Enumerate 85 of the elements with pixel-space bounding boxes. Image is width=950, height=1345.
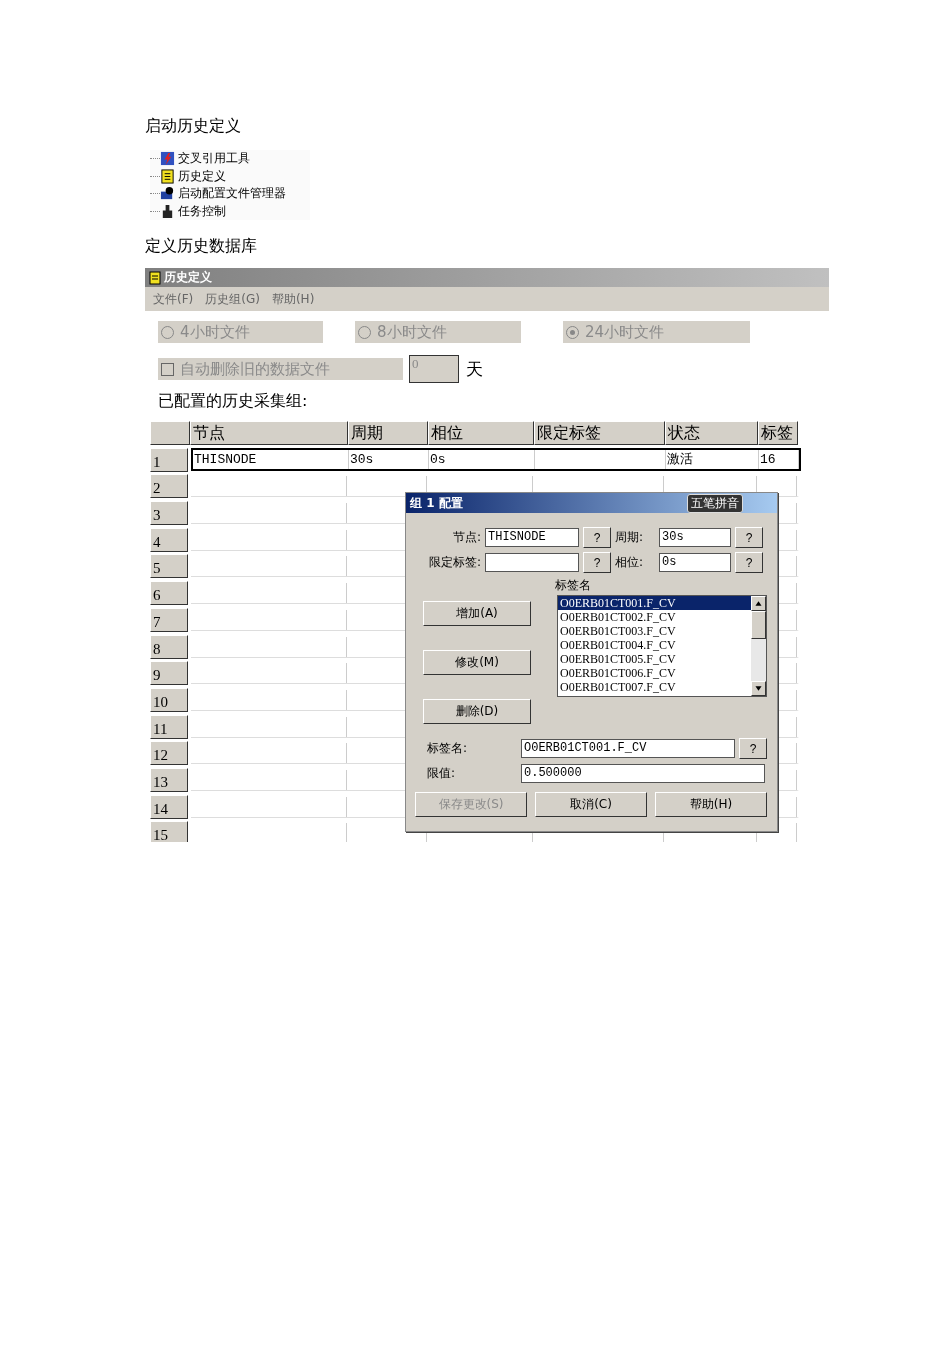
row-number[interactable]: 15 [150,821,188,842]
groups-label: 已配置的历史采集组: [158,391,309,412]
phase-field[interactable]: 0s [659,553,731,572]
scroll-thumb[interactable] [751,611,766,639]
scroll-down-icon[interactable] [751,681,766,696]
limit-tag-field[interactable] [485,553,579,572]
dialog-button[interactable]: 帮助(H) [655,792,767,817]
column-header[interactable]: 标签 [758,421,798,445]
scrollbar[interactable] [751,596,766,696]
row-number[interactable]: 3 [150,501,188,526]
figure-icon [160,203,175,219]
list-item[interactable]: O0ERB01CT002.F_CV [558,610,751,624]
tree-item[interactable]: 历史定义 [178,167,226,185]
row-number[interactable]: 7 [150,607,188,632]
table-cell: THISNODE [194,451,257,467]
field-label: 标签名: [426,740,469,757]
tree-item[interactable]: 启动配置文件管理器 [178,185,286,203]
period-field[interactable]: 30s [659,528,731,547]
list-item[interactable]: O0ERB01CT003.F_CV [558,624,751,638]
option-label: 自动删除旧的数据文件 [180,359,330,379]
browse-button[interactable]: ? [735,552,763,573]
row-number[interactable]: 11 [150,714,188,739]
option-label: 8小时文件 [377,322,447,342]
tag-name-field[interactable]: O0ERB01CT001.F_CV [521,739,735,758]
row-number[interactable]: 6 [150,581,188,606]
column-header[interactable]: 相位 [428,421,534,445]
book-icon [149,270,161,285]
dialog-button[interactable]: 取消(C) [535,792,647,817]
list-item[interactable]: O0ERB01CT005.F_CV [558,652,751,666]
action-button[interactable]: 修改(M) [423,650,531,675]
list-item[interactable]: O0ERB01CT006.F_CV [558,666,751,680]
list-item[interactable]: O0ERB01CT004.F_CV [558,638,751,652]
row-number[interactable]: 2 [150,474,188,499]
bolt-icon [160,151,175,167]
option-label: 24小时文件 [585,322,665,342]
row-number[interactable]: 14 [150,794,188,819]
window-title: 历史定义 [164,269,212,286]
table-cell: 激活 [667,451,693,467]
limit-field[interactable]: 0.500000 [521,764,765,783]
field-label: 限定标签: [427,554,481,571]
field-label: 限值: [426,765,457,782]
grid-row[interactable]: THISNODE 30s 0s 激活 16 [191,447,801,471]
column-header[interactable]: 周期 [348,421,428,445]
column-header[interactable]: 节点 [190,421,348,445]
menu-item[interactable]: 历史组(G) [205,290,260,308]
option-label: 4小时文件 [180,322,250,342]
browse-button[interactable]: ? [739,738,767,759]
computer-icon [160,186,175,202]
row-number[interactable]: 9 [150,661,188,686]
list-item[interactable]: O0ERB01CT001.F_CV [558,596,751,610]
field-label: 周期: [615,529,645,546]
scroll-up-icon[interactable] [751,596,766,611]
row-number[interactable]: 13 [150,767,188,792]
browse-button[interactable]: ? [583,527,611,548]
table-cell: 0s [430,451,446,467]
tree-item[interactable]: 交叉引用工具 [178,150,250,168]
menu-item[interactable]: 帮助(H) [271,290,315,308]
menu-item[interactable]: 文件(F) [153,290,194,308]
corner-cell [150,421,190,445]
book-icon [160,168,175,184]
unit-label: 天 [466,357,483,381]
list-item[interactable]: O0ERB01CT007.F_CV [558,680,751,694]
browse-button[interactable]: ? [583,552,611,573]
row-number[interactable]: 4 [150,527,188,552]
action-button[interactable]: 删除(D) [423,699,531,724]
list-label: 标签名 [555,577,592,594]
row-number[interactable]: 10 [150,687,188,712]
row-number[interactable]: 8 [150,634,188,659]
dialog-title: 组 1 配置 [410,494,463,512]
row-number[interactable]: 1 [150,447,188,472]
column-header[interactable]: 状态 [665,421,758,445]
node-field[interactable]: THISNODE [485,528,579,547]
section-heading: 启动历史定义 [145,116,242,136]
field-label: 相位: [615,554,645,571]
table-cell: 16 [760,451,776,467]
table-cell: 30s [350,451,374,467]
tree-item[interactable]: 任务控制 [178,202,226,220]
section-heading: 定义历史数据库 [145,236,258,256]
row-number[interactable]: 5 [150,554,188,579]
column-header[interactable]: 限定标签 [534,421,665,445]
browse-button[interactable]: ? [735,527,763,548]
ime-toolbar[interactable]: 五笔拼音 [687,493,743,513]
row-number[interactable]: 12 [150,741,188,766]
action-button[interactable]: 增加(A) [423,601,531,626]
field-label: 节点: [451,529,481,546]
